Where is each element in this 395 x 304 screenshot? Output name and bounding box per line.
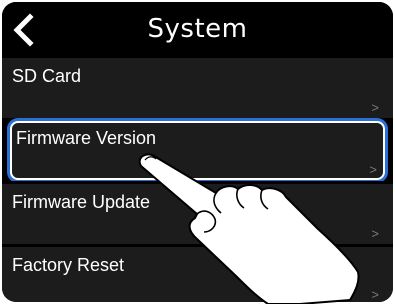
menu-item-label: Firmware Version	[16, 128, 157, 148]
chevron-right-icon: >	[371, 100, 379, 115]
menu-item-label: Factory Reset	[12, 255, 125, 275]
device-screen: System SD Card > Firmware Version > Firm…	[2, 2, 393, 302]
menu-item-firmware-update[interactable]: Firmware Update >	[2, 184, 393, 244]
menu-item-label: Firmware Update	[12, 192, 151, 212]
page-title: System	[147, 14, 248, 44]
menu-item-firmware-version[interactable]: Firmware Version >	[10, 121, 385, 180]
header: System	[2, 2, 393, 58]
menu-item-factory-reset[interactable]: Factory Reset >	[2, 247, 393, 302]
chevron-right-icon: >	[371, 287, 379, 302]
menu-item-label: SD Card	[12, 66, 82, 86]
device-screenshot: System SD Card > Firmware Version > Firm…	[0, 0, 395, 304]
chevron-right-icon: >	[371, 226, 379, 241]
chevron-right-icon: >	[369, 162, 377, 177]
menu-item-sd-card[interactable]: SD Card >	[2, 58, 393, 118]
